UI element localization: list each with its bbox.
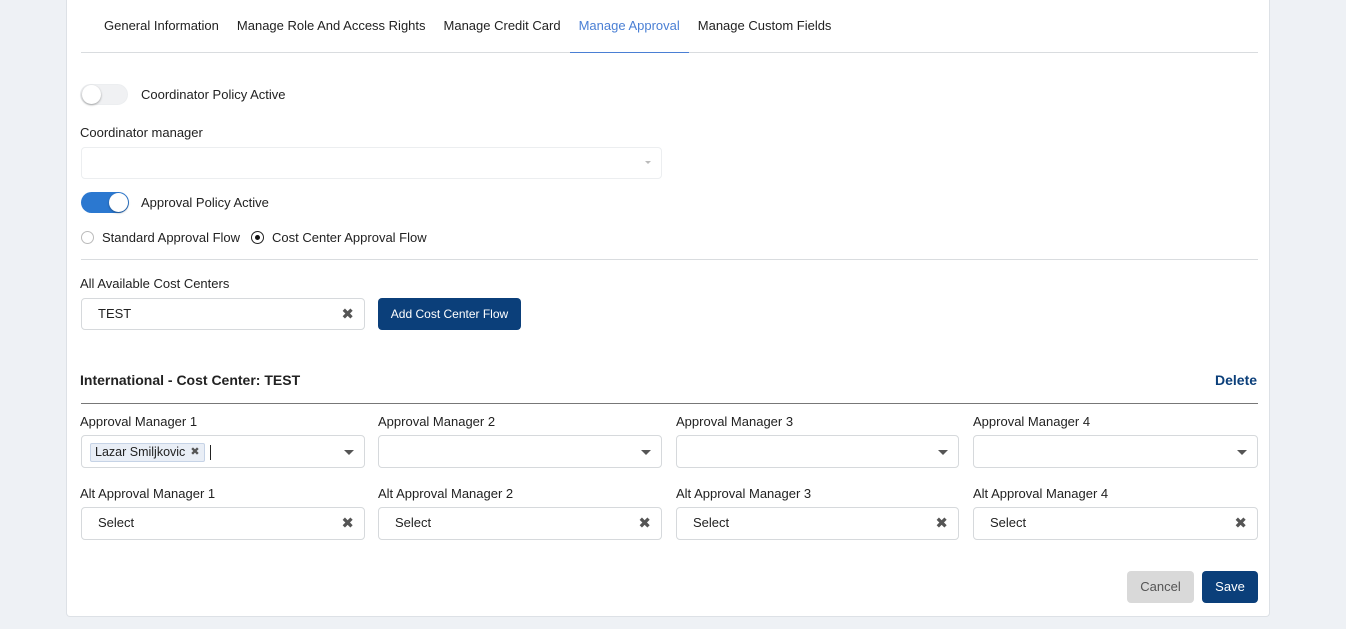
- divider: [81, 259, 1258, 260]
- text-cursor: [210, 445, 211, 460]
- clear-x-icon[interactable]: ✖: [341, 307, 354, 322]
- alt-approval-manager-1-select[interactable]: Select ✖: [81, 507, 365, 540]
- approval-policy-label: Approval Policy Active: [141, 195, 269, 210]
- settings-card: General Information Manage Role And Acce…: [66, 0, 1270, 617]
- clear-x-icon[interactable]: ✖: [1234, 516, 1247, 531]
- add-cost-center-flow-button[interactable]: Add Cost Center Flow: [378, 298, 521, 330]
- cost-center-select[interactable]: TEST ✖: [81, 298, 365, 330]
- chevron-down-icon: [645, 161, 651, 164]
- clear-x-icon[interactable]: ✖: [935, 516, 948, 531]
- cost-center-approval-flow-label[interactable]: Cost Center Approval Flow: [272, 230, 427, 245]
- approval-policy-toggle[interactable]: [81, 192, 129, 213]
- standard-approval-flow-radio[interactable]: [81, 231, 94, 244]
- approval-manager-3-select[interactable]: [676, 435, 959, 468]
- cancel-button[interactable]: Cancel: [1127, 571, 1194, 603]
- alt-approval-manager-1-label: Alt Approval Manager 1: [80, 486, 216, 501]
- tab-general-information[interactable]: General Information: [81, 0, 228, 53]
- coordinator-policy-label: Coordinator Policy Active: [141, 87, 286, 102]
- approval-manager-2-select[interactable]: [378, 435, 662, 468]
- approval-manager-2-label: Approval Manager 2: [378, 414, 496, 429]
- chip-label: Lazar Smiljkovic: [95, 445, 186, 459]
- alt-approval-manager-4-label: Alt Approval Manager 4: [973, 486, 1109, 501]
- tab-bar: General Information Manage Role And Acce…: [81, 0, 1258, 53]
- remove-chip-x-icon[interactable]: ✖: [190, 444, 199, 461]
- chevron-down-icon: [1237, 450, 1247, 455]
- cost-center-value: TEST: [98, 306, 132, 321]
- approval-manager-4-label: Approval Manager 4: [973, 414, 1091, 429]
- alt-approval-manager-3-label: Alt Approval Manager 3: [676, 486, 812, 501]
- toggle-knob: [109, 193, 128, 212]
- cost-center-approval-flow-radio[interactable]: [251, 231, 264, 244]
- chevron-down-icon: [344, 450, 354, 455]
- approval-manager-4-select[interactable]: [973, 435, 1258, 468]
- approval-manager-1-select[interactable]: Lazar Smiljkovic ✖: [81, 435, 365, 468]
- save-button[interactable]: Save: [1202, 571, 1258, 603]
- chevron-down-icon: [938, 450, 948, 455]
- alt-approval-manager-3-select[interactable]: Select ✖: [676, 507, 959, 540]
- approval-manager-3-label: Approval Manager 3: [676, 414, 794, 429]
- section-divider: [81, 403, 1258, 404]
- alt-approval-manager-4-select[interactable]: Select ✖: [973, 507, 1258, 540]
- selected-user-chip: Lazar Smiljkovic ✖: [90, 443, 205, 462]
- alt-approval-manager-2-select[interactable]: Select ✖: [378, 507, 662, 540]
- delete-link[interactable]: Delete: [1215, 372, 1257, 388]
- cost-centers-label: All Available Cost Centers: [80, 276, 230, 291]
- approval-manager-1-label: Approval Manager 1: [80, 414, 198, 429]
- alt-approval-manager-4-value: Select: [990, 515, 1027, 530]
- tab-manage-custom-fields[interactable]: Manage Custom Fields: [689, 0, 841, 53]
- tab-manage-approval[interactable]: Manage Approval: [569, 0, 689, 53]
- tab-manage-role-access-rights[interactable]: Manage Role And Access Rights: [228, 0, 435, 53]
- alt-approval-manager-2-value: Select: [395, 515, 432, 530]
- alt-approval-manager-1-value: Select: [98, 515, 135, 530]
- clear-x-icon[interactable]: ✖: [638, 516, 651, 531]
- coordinator-policy-toggle[interactable]: [80, 84, 128, 105]
- standard-approval-flow-label[interactable]: Standard Approval Flow: [102, 230, 240, 245]
- chevron-down-icon: [641, 450, 651, 455]
- alt-approval-manager-2-label: Alt Approval Manager 2: [378, 486, 514, 501]
- coordinator-manager-label: Coordinator manager: [80, 125, 203, 140]
- flow-section-title: International - Cost Center: TEST: [80, 372, 301, 388]
- toggle-knob: [82, 85, 101, 104]
- alt-approval-manager-3-value: Select: [693, 515, 730, 530]
- coordinator-manager-select[interactable]: [81, 147, 662, 179]
- clear-x-icon[interactable]: ✖: [341, 516, 354, 531]
- tab-manage-credit-card[interactable]: Manage Credit Card: [435, 0, 570, 53]
